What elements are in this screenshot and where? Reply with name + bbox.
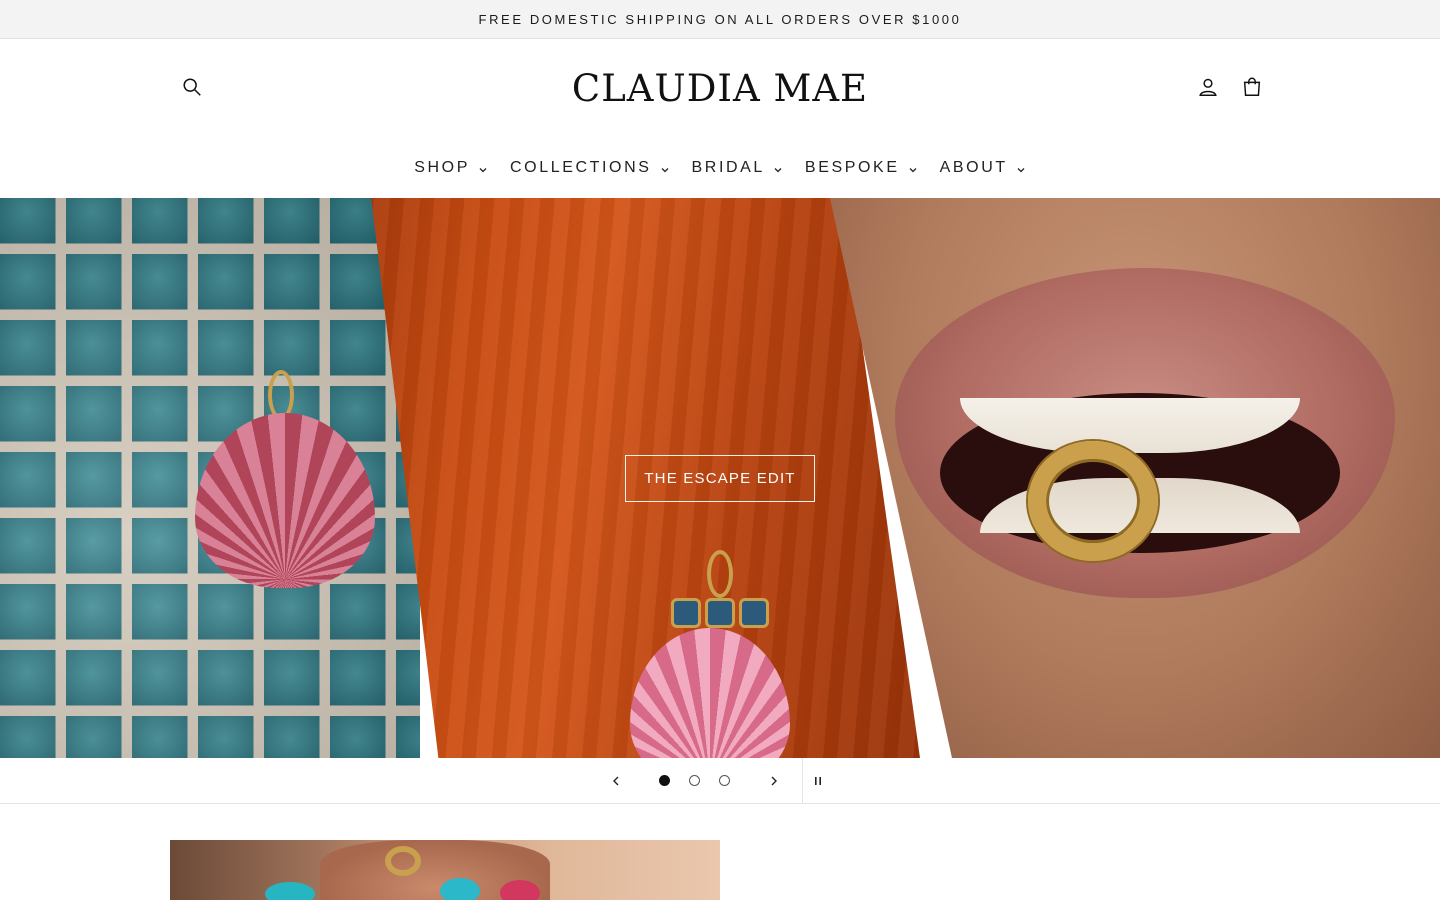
main-nav: SHOP COLLECTIONS BRIDAL BESPOKE ABOUT xyxy=(0,153,1440,183)
hero-slideshow: THE ESCAPE EDIT xyxy=(0,198,1440,758)
announcement-bar: FREE DOMESTIC SHIPPING ON ALL ORDERS OVE… xyxy=(0,0,1440,39)
chevron-down-icon xyxy=(1017,167,1025,172)
cart-button[interactable] xyxy=(1236,71,1268,103)
nav-item-shop[interactable]: SHOP xyxy=(414,159,488,177)
announcement-text: FREE DOMESTIC SHIPPING ON ALL ORDERS OVE… xyxy=(478,11,962,27)
search-button[interactable] xyxy=(176,71,208,103)
nav-item-collections[interactable]: COLLECTIONS xyxy=(510,159,670,177)
site-header: CLAUDIA MAE SHOP COLLECTIONS BRIDAL BESP… xyxy=(0,39,1440,198)
controls-divider xyxy=(802,758,803,804)
nav-item-about[interactable]: ABOUT xyxy=(940,159,1026,177)
previous-slide-button[interactable] xyxy=(603,768,629,794)
account-icon xyxy=(1199,78,1217,96)
cart-icon xyxy=(1243,77,1261,96)
nav-item-label: BRIDAL xyxy=(691,159,765,176)
next-slide-button[interactable] xyxy=(761,768,787,794)
pause-icon xyxy=(815,777,821,785)
nav-item-label: SHOP xyxy=(414,159,470,176)
chevron-down-icon xyxy=(774,167,782,172)
brand-logo[interactable]: CLAUDIA MAE xyxy=(520,63,920,113)
slideshow-controls xyxy=(0,758,1440,804)
chevron-down-icon xyxy=(661,167,668,172)
chevron-down-icon xyxy=(479,167,487,172)
chevron-left-icon xyxy=(613,776,619,786)
hero-ring-image xyxy=(1028,441,1158,561)
account-button[interactable] xyxy=(1192,71,1224,103)
pause-slideshow-button[interactable] xyxy=(805,768,831,794)
nav-item-bespoke[interactable]: BESPOKE xyxy=(805,159,918,177)
chevron-right-icon xyxy=(771,776,777,786)
featured-image[interactable] xyxy=(170,840,720,900)
pendant-bail-image xyxy=(707,550,733,598)
nav-item-bridal[interactable]: BRIDAL xyxy=(692,159,783,177)
slide-dot-1[interactable] xyxy=(659,775,670,786)
nav-item-label: BESPOKE xyxy=(804,159,900,176)
slide-dot-2[interactable] xyxy=(689,775,700,786)
search-icon xyxy=(183,78,201,96)
nav-item-label: ABOUT xyxy=(939,159,1008,176)
slide-dot-3[interactable] xyxy=(719,775,730,786)
chevron-down-icon xyxy=(909,167,917,172)
escape-edit-button[interactable]: THE ESCAPE EDIT xyxy=(625,455,815,502)
nav-item-label: COLLECTIONS xyxy=(510,159,652,176)
